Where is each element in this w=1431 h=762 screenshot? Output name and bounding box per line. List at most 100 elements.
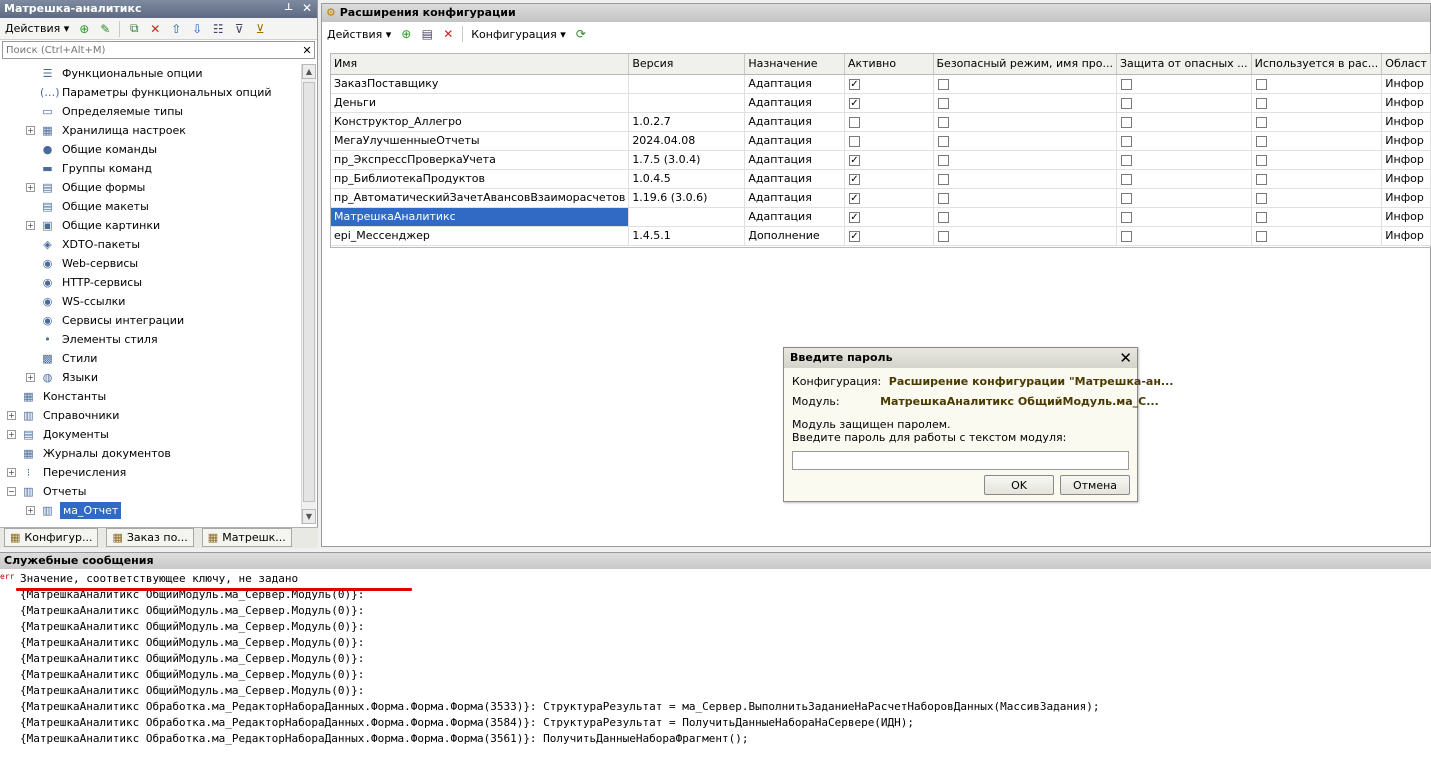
search-clear-icon[interactable]: ✕ — [300, 44, 314, 57]
tree-item[interactable]: +▬Группы команд — [0, 159, 300, 178]
table-row[interactable]: МатрешкаАналитикс Адаптация ✓ Инфор — [331, 207, 1431, 227]
ok-button[interactable]: OK — [984, 475, 1054, 495]
safe-mode-checkbox[interactable] — [937, 135, 949, 147]
tree-item[interactable]: +▭Определяемые типы — [0, 102, 300, 121]
tree-item[interactable]: + ◍ Языки — [0, 368, 300, 387]
tree-item[interactable]: +◉WS-ссылки — [0, 292, 300, 311]
tree-item[interactable]: + ▥ Справочники — [0, 406, 300, 425]
protection-checkbox[interactable] — [1120, 116, 1132, 128]
used-in-checkbox[interactable] — [1255, 154, 1267, 166]
tree-item[interactable]: + ⁝ Перечисления — [0, 463, 300, 482]
safe-mode-checkbox[interactable] — [937, 173, 949, 185]
tree-item[interactable]: + ▣ Общие картинки — [0, 216, 300, 235]
window-tab[interactable]: ▦ Конфигур... — [4, 528, 99, 547]
table-row[interactable]: пр_БиблиотекаПродуктов 1.0.4.5 Адаптация ✓ И… — [331, 169, 1431, 189]
tree-item[interactable]: +◈XDTO-пакеты — [0, 235, 300, 254]
cancel-button[interactable]: Отмена — [1060, 475, 1130, 495]
active-checkbox[interactable]: ✓ — [848, 173, 860, 185]
used-in-checkbox[interactable] — [1255, 211, 1267, 223]
used-in-checkbox[interactable] — [1255, 192, 1267, 204]
ext-actions-menu[interactable]: Действия ▾ — [324, 28, 394, 41]
protection-checkbox[interactable] — [1120, 135, 1132, 147]
safe-mode-checkbox[interactable] — [937, 78, 949, 90]
tree-item[interactable]: +•Элементы стиля — [0, 330, 300, 349]
column-header[interactable]: Област — [1381, 54, 1431, 75]
active-checkbox[interactable]: ✓ — [848, 211, 860, 223]
actions-menu[interactable]: Действия ▾ — [2, 22, 72, 35]
active-checkbox[interactable] — [848, 116, 860, 128]
tree-item[interactable]: + ▤ Документы — [0, 425, 300, 444]
scroll-down-arrow-icon[interactable]: ▼ — [302, 509, 316, 524]
refresh-icon[interactable]: ⟳ — [572, 25, 590, 43]
ext-properties-icon[interactable]: ▤ — [418, 25, 436, 43]
tree-item[interactable]: + ▥ ма_Отчет — [0, 501, 300, 520]
protection-checkbox[interactable] — [1120, 230, 1132, 242]
move-down-icon[interactable]: ⇩ — [188, 20, 206, 38]
tree-item[interactable]: +◉Сервисы интеграции — [0, 311, 300, 330]
safe-mode-checkbox[interactable] — [937, 116, 949, 128]
safe-mode-checkbox[interactable] — [937, 211, 949, 223]
protection-checkbox[interactable] — [1120, 154, 1132, 166]
ext-delete-icon[interactable]: ✕ — [439, 25, 457, 43]
tree-item[interactable]: +▦Журналы документов — [0, 444, 300, 463]
column-header[interactable]: Версия — [628, 54, 746, 75]
used-in-checkbox[interactable] — [1255, 135, 1267, 147]
password-input[interactable] — [792, 451, 1129, 470]
ext-config-menu[interactable]: Конфигурация ▾ — [468, 28, 569, 41]
used-in-checkbox[interactable] — [1255, 116, 1267, 128]
active-checkbox[interactable]: ✓ — [848, 97, 860, 109]
expand-icon[interactable]: + — [26, 373, 35, 382]
expand-icon[interactable]: + — [26, 183, 35, 192]
dialog-close-icon[interactable]: ✕ — [1119, 349, 1132, 367]
tree-item[interactable]: +▩Стили — [0, 349, 300, 368]
tree-item[interactable]: +▦Константы — [0, 387, 300, 406]
expand-icon[interactable]: + — [7, 468, 16, 477]
column-header[interactable]: Назначение — [744, 54, 845, 75]
expand-icon[interactable]: + — [7, 411, 16, 420]
table-row[interactable]: ЗаказПоставщику Адаптация ✓ Инфор — [331, 74, 1431, 94]
move-up-icon[interactable]: ⇧ — [167, 20, 185, 38]
expand-icon[interactable]: + — [26, 126, 35, 135]
tree-item[interactable]: +◉HTTP-сервисы — [0, 273, 300, 292]
table-row[interactable]: epi_Мессенджер 1.4.5.1 Дополнение ✓ Инфор — [331, 226, 1431, 246]
scroll-thumb[interactable] — [303, 82, 315, 502]
expand-icon[interactable]: + — [26, 506, 35, 515]
active-checkbox[interactable]: ✓ — [848, 230, 860, 242]
used-in-checkbox[interactable] — [1255, 230, 1267, 242]
protection-checkbox[interactable] — [1120, 97, 1132, 109]
column-header[interactable]: Активно — [844, 54, 934, 75]
used-in-checkbox[interactable] — [1255, 97, 1267, 109]
collapse-icon[interactable]: − — [7, 487, 16, 496]
window-tab[interactable]: ▦ Матрешк... — [201, 528, 292, 547]
protection-checkbox[interactable] — [1120, 173, 1132, 185]
filter-clear-icon[interactable]: ⊻ — [251, 20, 269, 38]
tree-item[interactable]: +▤Общие макеты — [0, 197, 300, 216]
ext-add-icon[interactable]: ⊕ — [397, 25, 415, 43]
table-row[interactable]: Деньги Адаптация ✓ Инфор — [331, 93, 1431, 113]
delete-icon[interactable]: ✕ — [146, 20, 164, 38]
safe-mode-checkbox[interactable] — [937, 230, 949, 242]
used-in-checkbox[interactable] — [1255, 78, 1267, 90]
table-row[interactable]: пр_АвтоматическийЗачетАвансовВзаиморасче… — [331, 188, 1431, 208]
tree-item[interactable]: +☰Функциональные опции — [0, 64, 300, 83]
safe-mode-checkbox[interactable] — [937, 97, 949, 109]
tree-item[interactable]: +●Общие команды — [0, 140, 300, 159]
table-row[interactable]: Конструктор_Аллегро 1.0.2.7 Адаптация Инфор — [331, 112, 1431, 132]
used-in-checkbox[interactable] — [1255, 173, 1267, 185]
edit-icon[interactable]: ✎ — [96, 20, 114, 38]
active-checkbox[interactable]: ✓ — [848, 78, 860, 90]
tree-item[interactable]: +(…)Параметры функциональных опций — [0, 83, 300, 102]
safe-mode-checkbox[interactable] — [937, 154, 949, 166]
window-tab[interactable]: ▦ Заказ по... — [106, 528, 194, 547]
scroll-up-arrow-icon[interactable]: ▲ — [302, 64, 316, 79]
column-header[interactable]: Безопасный режим, имя про... — [933, 54, 1117, 75]
column-header[interactable]: Защита от опасных ... — [1116, 54, 1252, 75]
tree-scrollbar[interactable]: ▲ ▼ — [301, 64, 316, 524]
table-row[interactable]: пр_ЭкспрессПроверкаУчета 1.7.5 (3.0.4) Ада… — [331, 150, 1431, 170]
properties-icon[interactable]: ☷ — [209, 20, 227, 38]
protection-checkbox[interactable] — [1120, 78, 1132, 90]
table-row[interactable]: МегаУлучшенныеОтчеты 2024.04.08 Адаптация И… — [331, 131, 1431, 151]
active-checkbox[interactable] — [848, 135, 860, 147]
active-checkbox[interactable]: ✓ — [848, 192, 860, 204]
expand-icon[interactable]: + — [26, 221, 35, 230]
